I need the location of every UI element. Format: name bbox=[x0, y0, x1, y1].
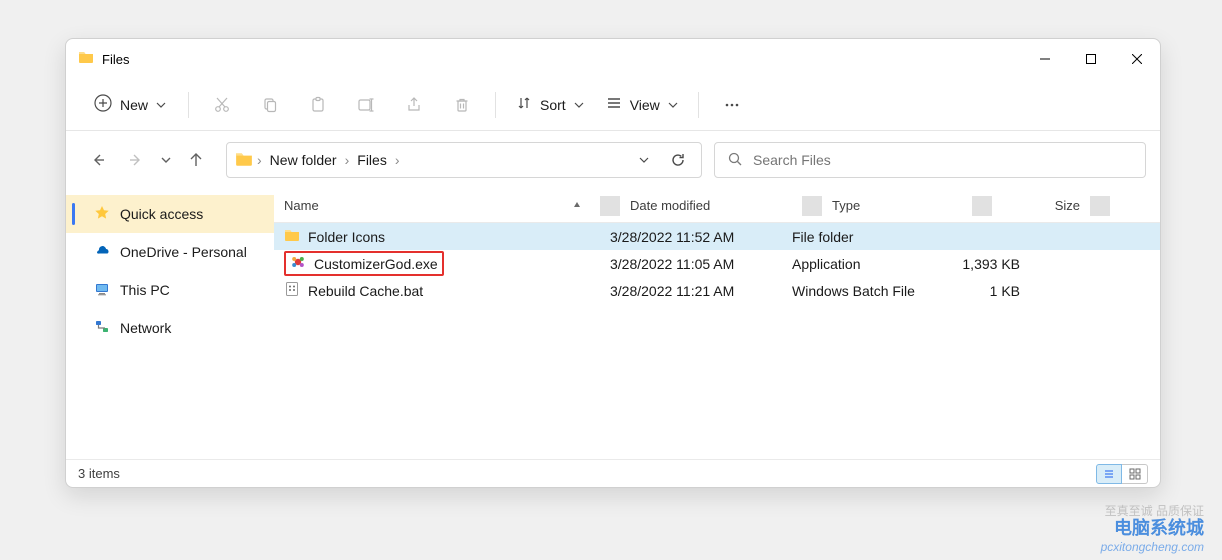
delete-button[interactable] bbox=[441, 86, 483, 124]
window-title: Files bbox=[102, 52, 129, 67]
sort-label: Sort bbox=[540, 97, 566, 113]
chevron-down-icon bbox=[574, 97, 584, 113]
star-icon bbox=[94, 205, 110, 224]
back-button[interactable] bbox=[80, 142, 116, 178]
recent-locations-button[interactable] bbox=[156, 142, 176, 178]
sidebar-item-label: Network bbox=[120, 320, 171, 336]
statusbar: 3 items bbox=[66, 459, 1160, 487]
maximize-button[interactable] bbox=[1068, 39, 1114, 79]
sidebar-item-label: This PC bbox=[120, 282, 170, 298]
file-type: File folder bbox=[782, 229, 932, 245]
onedrive-icon bbox=[94, 243, 110, 262]
breadcrumb-segment[interactable]: Files bbox=[353, 150, 391, 170]
body: Quick access OneDrive - Personal This PC Ne… bbox=[66, 189, 1160, 459]
view-icon bbox=[606, 95, 622, 114]
file-date: 3/28/2022 11:52 AM bbox=[600, 229, 782, 245]
chevron-right-icon: › bbox=[257, 152, 262, 168]
folder-icon bbox=[235, 150, 253, 171]
view-button[interactable]: View bbox=[598, 89, 686, 120]
file-type: Windows Batch File bbox=[782, 283, 932, 299]
view-toggle bbox=[1096, 464, 1148, 484]
content: Name Date modified Type Size Folder Icon… bbox=[274, 189, 1160, 459]
chevron-right-icon: › bbox=[395, 152, 400, 168]
folder-icon bbox=[78, 49, 94, 70]
file-size: 1 KB bbox=[932, 283, 1030, 299]
file-explorer-window: Files New bbox=[65, 38, 1161, 488]
sidebar-item-label: OneDrive - Personal bbox=[120, 244, 247, 260]
column-header-date[interactable]: Date modified bbox=[620, 198, 802, 213]
new-button[interactable]: New bbox=[84, 88, 176, 121]
sidebar-item[interactable]: This PC bbox=[66, 271, 274, 309]
window-controls bbox=[1022, 39, 1160, 79]
bat-icon bbox=[284, 281, 300, 300]
toolbar-separator bbox=[495, 92, 496, 118]
file-date: 3/28/2022 11:21 AM bbox=[600, 283, 782, 299]
column-headers: Name Date modified Type Size bbox=[274, 189, 1160, 223]
share-button[interactable] bbox=[393, 86, 435, 124]
toolbar-separator bbox=[188, 92, 189, 118]
column-header-size[interactable]: Size bbox=[992, 198, 1090, 213]
sidebar-item-label: Quick access bbox=[120, 206, 203, 222]
close-button[interactable] bbox=[1114, 39, 1160, 79]
file-row[interactable]: Folder Icons 3/28/2022 11:52 AMFile folde… bbox=[274, 223, 1160, 250]
sort-icon bbox=[516, 95, 532, 114]
thispc-icon bbox=[94, 281, 110, 300]
sort-button[interactable]: Sort bbox=[508, 89, 592, 120]
nav-arrows bbox=[80, 142, 214, 178]
breadcrumb[interactable]: › New folder › Files › bbox=[226, 142, 702, 178]
up-button[interactable] bbox=[178, 142, 214, 178]
sidebar-item[interactable]: Quick access bbox=[66, 195, 274, 233]
search-icon bbox=[727, 151, 743, 170]
copy-button[interactable] bbox=[249, 86, 291, 124]
status-text: 3 items bbox=[78, 466, 120, 481]
cut-button[interactable] bbox=[201, 86, 243, 124]
column-header-type[interactable]: Type bbox=[822, 198, 972, 213]
file-name: Rebuild Cache.bat bbox=[308, 283, 423, 299]
file-size: 1,393 KB bbox=[932, 256, 1030, 272]
file-row[interactable]: Rebuild Cache.bat 3/28/2022 11:21 AMWindo… bbox=[274, 277, 1160, 304]
column-header-name[interactable]: Name bbox=[274, 198, 600, 213]
chevron-right-icon: › bbox=[345, 152, 350, 168]
sidebar-item[interactable]: Network bbox=[66, 309, 274, 347]
file-row[interactable]: CustomizerGod.exe 3/28/2022 11:05 AMAppli… bbox=[274, 250, 1160, 277]
file-list: Folder Icons 3/28/2022 11:52 AMFile folde… bbox=[274, 223, 1160, 459]
nav-row: › New folder › Files › bbox=[66, 131, 1160, 189]
search-box[interactable] bbox=[714, 142, 1146, 178]
search-input[interactable] bbox=[753, 152, 1133, 168]
titlebar-left: Files bbox=[78, 49, 129, 70]
file-name: Folder Icons bbox=[308, 229, 385, 245]
paste-button[interactable] bbox=[297, 86, 339, 124]
chevron-down-icon bbox=[156, 97, 166, 113]
sidebar-item[interactable]: OneDrive - Personal bbox=[66, 233, 274, 271]
breadcrumb-segment[interactable]: New folder bbox=[266, 150, 341, 170]
folder-icon bbox=[284, 227, 300, 246]
app-icon bbox=[290, 254, 306, 273]
breadcrumb-dropdown[interactable] bbox=[629, 155, 659, 165]
new-label: New bbox=[120, 97, 148, 113]
thumbnails-view-button[interactable] bbox=[1122, 464, 1148, 484]
file-type: Application bbox=[782, 256, 932, 272]
toolbar: New Sort bbox=[66, 79, 1160, 131]
sidebar: Quick access OneDrive - Personal This PC Ne… bbox=[66, 189, 274, 459]
details-view-button[interactable] bbox=[1096, 464, 1122, 484]
new-plus-icon bbox=[94, 94, 112, 115]
minimize-button[interactable] bbox=[1022, 39, 1068, 79]
refresh-button[interactable] bbox=[663, 152, 693, 168]
view-label: View bbox=[630, 97, 660, 113]
sort-indicator-icon bbox=[572, 198, 582, 213]
file-date: 3/28/2022 11:05 AM bbox=[600, 256, 782, 272]
file-name: CustomizerGod.exe bbox=[314, 256, 438, 272]
chevron-down-icon bbox=[668, 97, 678, 113]
rename-button[interactable] bbox=[345, 86, 387, 124]
more-button[interactable] bbox=[711, 86, 753, 124]
titlebar: Files bbox=[66, 39, 1160, 79]
toolbar-separator bbox=[698, 92, 699, 118]
highlight-box: CustomizerGod.exe bbox=[284, 251, 444, 276]
watermark: 至真至诚 品质保证 电脑系统城 pcxitongcheng.com bbox=[1101, 504, 1204, 554]
network-icon bbox=[94, 319, 110, 338]
forward-button[interactable] bbox=[118, 142, 154, 178]
